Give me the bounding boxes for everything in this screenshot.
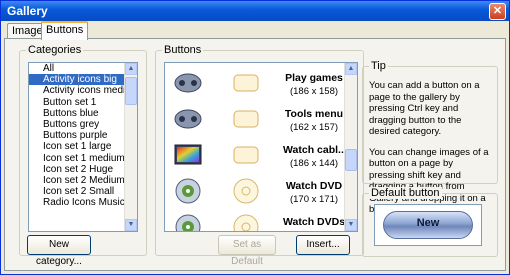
- dvds-outline-icon: [231, 213, 261, 231]
- category-item[interactable]: Buttons purple: [29, 130, 137, 141]
- gamepad-icon: [173, 69, 203, 97]
- gallery-item-name: Watch DVD: [285, 180, 343, 192]
- category-item[interactable]: Buttons blue: [29, 108, 137, 119]
- buttons-label: Buttons: [162, 44, 204, 56]
- title-bar[interactable]: Gallery ✕: [1, 1, 509, 21]
- insert-button[interactable]: Insert...: [296, 235, 350, 255]
- controller-outline-icon: [231, 69, 261, 97]
- gallery-row[interactable]: Watch cabl... (186 x 144): [165, 137, 345, 175]
- tools-outline-icon: [231, 105, 261, 133]
- default-button-label: Default button: [369, 187, 442, 199]
- scroll-down-icon[interactable]: ▼: [345, 219, 357, 231]
- gallery-item-name: Watch cabl...: [283, 144, 345, 156]
- gallery-row[interactable]: Tools menu (162 x 157): [165, 101, 345, 139]
- category-item[interactable]: Icon set 2 Small: [29, 186, 137, 197]
- new-button-preview: New: [383, 211, 473, 239]
- scroll-down-icon[interactable]: ▼: [125, 219, 137, 231]
- gallery-item-name: Tools menu: [284, 108, 344, 120]
- category-item[interactable]: All: [29, 63, 137, 74]
- set-as-default-button[interactable]: Set as Default: [218, 235, 276, 267]
- dvd-icon: [173, 177, 203, 205]
- categories-scrollbar[interactable]: ▲ ▼: [124, 63, 137, 231]
- gallery-item-size: (170 x 171): [289, 194, 339, 205]
- category-item[interactable]: Button set 1: [29, 97, 137, 108]
- category-item[interactable]: Icon set 2 Medium: [29, 175, 137, 186]
- new-category-button[interactable]: New category...: [27, 235, 91, 267]
- gallery-item-size: (186 x 158): [289, 86, 339, 97]
- category-item[interactable]: Radio Icons Music Cho: [29, 197, 137, 208]
- category-item[interactable]: Icon set 2 Huge: [29, 164, 137, 175]
- tv-outline-icon: [231, 141, 261, 169]
- default-button-preview: New: [374, 204, 482, 246]
- dvds-icon: [173, 213, 203, 231]
- categories-label: Categories: [26, 44, 84, 56]
- scroll-thumb[interactable]: [125, 77, 137, 105]
- gallery-row[interactable]: Watch DVD (170 x 171): [165, 173, 345, 211]
- tv-icon: [173, 141, 203, 169]
- tip-label: Tip: [369, 60, 388, 72]
- gallery-item-name: Watch DVDs: [283, 216, 345, 228]
- tools-icon: [173, 105, 203, 133]
- gallery-scrollbar[interactable]: ▲ ▼: [344, 63, 357, 231]
- gallery-row[interactable]: Play games (186 x 158): [165, 65, 345, 103]
- categories-list[interactable]: All Activity icons big Activity icons medi…: [28, 62, 138, 232]
- tip-paragraph: You can add a button on a page to the ga…: [369, 80, 480, 137]
- tab-buttons[interactable]: Buttons: [41, 21, 89, 40]
- category-item[interactable]: Activity icons medium: [29, 85, 137, 96]
- category-item[interactable]: Icon set 1 large: [29, 141, 137, 152]
- gallery-row[interactable]: Watch DVDs: [165, 209, 345, 231]
- gallery-item-size: (186 x 144): [289, 158, 339, 169]
- category-item[interactable]: Activity icons big: [29, 74, 137, 86]
- category-item[interactable]: Icon set 1 medium: [29, 153, 137, 164]
- window-title: Gallery: [7, 4, 48, 18]
- dvd-outline-icon: [231, 177, 261, 205]
- scroll-up-icon[interactable]: ▲: [125, 63, 137, 75]
- category-item[interactable]: Buttons grey: [29, 119, 137, 130]
- buttons-gallery[interactable]: Play games (186 x 158) Tools menu (162 x 15…: [164, 62, 358, 232]
- gallery-item-name: Play games: [285, 72, 343, 84]
- new-button-text: New: [416, 217, 440, 229]
- scroll-thumb[interactable]: [345, 149, 357, 171]
- close-button[interactable]: ✕: [489, 3, 506, 20]
- gallery-item-size: (162 x 157): [289, 122, 339, 133]
- scroll-up-icon[interactable]: ▲: [345, 63, 357, 75]
